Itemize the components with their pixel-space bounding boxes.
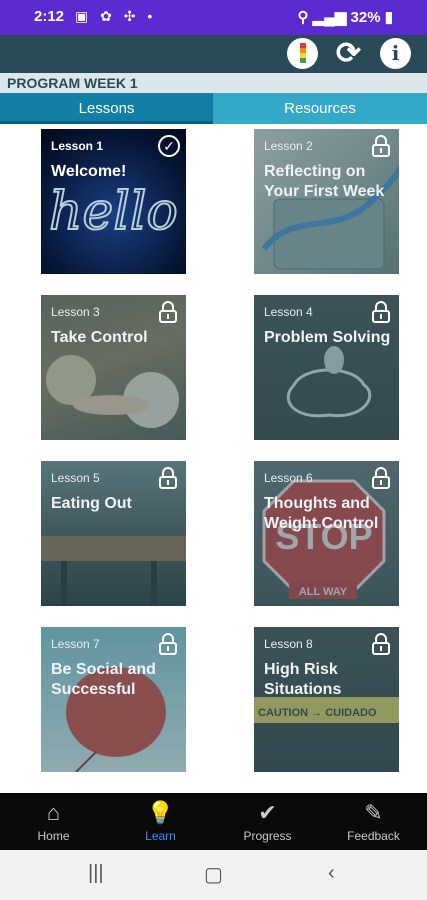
lesson-title: High Risk Situations bbox=[264, 661, 342, 698]
tab-bar: Lessons Resources bbox=[0, 93, 427, 124]
nav-feedback-label: Feedback bbox=[347, 829, 400, 843]
nav-progress-label: Progress bbox=[243, 829, 292, 843]
lesson-title: Be Social and Successful bbox=[51, 661, 156, 698]
wifi-signal-icon: ▂▄▆ bbox=[312, 9, 347, 26]
lock-icon bbox=[372, 301, 390, 323]
nav-progress[interactable]: ✔ Progress bbox=[214, 793, 321, 850]
lessons-grid: hello Lesson 1 Welcome! ✓ Lesson 2 Refle… bbox=[0, 124, 427, 793]
tab-lessons[interactable]: Lessons bbox=[0, 93, 213, 124]
lesson-title: Welcome! bbox=[51, 163, 127, 180]
nav-feedback[interactable]: ✎ Feedback bbox=[320, 793, 427, 850]
lesson-number: Lesson 7 bbox=[51, 637, 100, 651]
lock-icon bbox=[159, 301, 177, 323]
battery-text: 32% bbox=[350, 9, 381, 26]
lock-icon bbox=[372, 135, 390, 157]
feedback-icon: ✎ bbox=[364, 800, 383, 825]
lesson-title: Reflecting on Your First Week bbox=[264, 163, 385, 200]
notification-icons: ▣ ✿ ✣ • bbox=[75, 8, 157, 24]
status-bar: 2:12 ▣ ✿ ✣ • ⚲ ▂▄▆ 32% ▮ bbox=[0, 0, 427, 35]
home-button-icon[interactable]: ▢ bbox=[204, 862, 223, 887]
home-icon: ⌂ bbox=[46, 800, 61, 825]
refresh-icon[interactable]: ⟳ bbox=[333, 38, 364, 69]
lesson-card-1[interactable]: hello Lesson 1 Welcome! ✓ bbox=[41, 129, 186, 274]
checkmark-icon: ✓ bbox=[158, 135, 180, 157]
lesson-card-6[interactable]: STOP ALL WAY Lesson 6 Thoughts and Weigh… bbox=[254, 461, 399, 606]
battery-icon: ▮ bbox=[384, 9, 393, 26]
system-navigation-bar: ||| ▢ ‹ bbox=[0, 850, 427, 900]
lesson-card-2[interactable]: Lesson 2 Reflecting on Your First Week bbox=[254, 129, 399, 274]
lightbulb-icon: 💡 bbox=[146, 800, 175, 825]
nav-home[interactable]: ⌂ Home bbox=[0, 793, 107, 850]
lock-icon bbox=[372, 467, 390, 489]
lock-icon bbox=[372, 633, 390, 655]
progress-meter-icon[interactable] bbox=[287, 38, 318, 69]
program-week-label: PROGRAM WEEK 1 bbox=[0, 73, 427, 93]
nav-learn-label: Learn bbox=[145, 829, 176, 843]
back-icon[interactable]: ‹ bbox=[328, 862, 335, 885]
lesson-title: Eating Out bbox=[51, 495, 132, 512]
lesson-number: Lesson 1 bbox=[51, 139, 104, 153]
app-bar: ⟳ i bbox=[0, 35, 427, 73]
lesson-number: Lesson 2 bbox=[264, 139, 313, 153]
lesson-number: Lesson 4 bbox=[264, 305, 313, 319]
lesson-number: Lesson 6 bbox=[264, 471, 313, 485]
checkmark-icon: ✔ bbox=[258, 800, 277, 825]
tab-resources[interactable]: Resources bbox=[213, 93, 427, 124]
status-right: ⚲ ▂▄▆ 32% ▮ bbox=[297, 8, 393, 26]
lesson-number: Lesson 5 bbox=[51, 471, 100, 485]
info-icon[interactable]: i bbox=[380, 38, 411, 69]
lesson-title: Problem Solving bbox=[264, 329, 391, 346]
lesson-card-4[interactable]: Lesson 4 Problem Solving bbox=[254, 295, 399, 440]
lesson-number: Lesson 8 bbox=[264, 637, 313, 651]
location-icon: ⚲ bbox=[297, 9, 309, 26]
lesson-title: Take Control bbox=[51, 329, 148, 346]
nav-home-label: Home bbox=[37, 829, 70, 843]
lock-icon bbox=[159, 467, 177, 489]
lesson-card-8[interactable]: CAUTION → CUIDADO Lesson 8 High Risk Sit… bbox=[254, 627, 399, 772]
status-time: 2:12 bbox=[34, 8, 65, 25]
lesson-number: Lesson 3 bbox=[51, 305, 100, 319]
recents-icon[interactable]: ||| bbox=[88, 862, 104, 885]
lesson-card-3[interactable]: Lesson 3 Take Control bbox=[41, 295, 186, 440]
lesson-title: Thoughts and Weight Control bbox=[264, 495, 379, 532]
nav-learn[interactable]: 💡 Learn bbox=[107, 793, 214, 850]
lesson-card-5[interactable]: Lesson 5 Eating Out bbox=[41, 461, 186, 606]
bottom-navigation: ⌂ Home 💡 Learn ✔ Progress ✎ Feedback bbox=[0, 793, 427, 850]
lesson-card-7[interactable]: Lesson 7 Be Social and Successful bbox=[41, 627, 186, 772]
lock-icon bbox=[159, 633, 177, 655]
